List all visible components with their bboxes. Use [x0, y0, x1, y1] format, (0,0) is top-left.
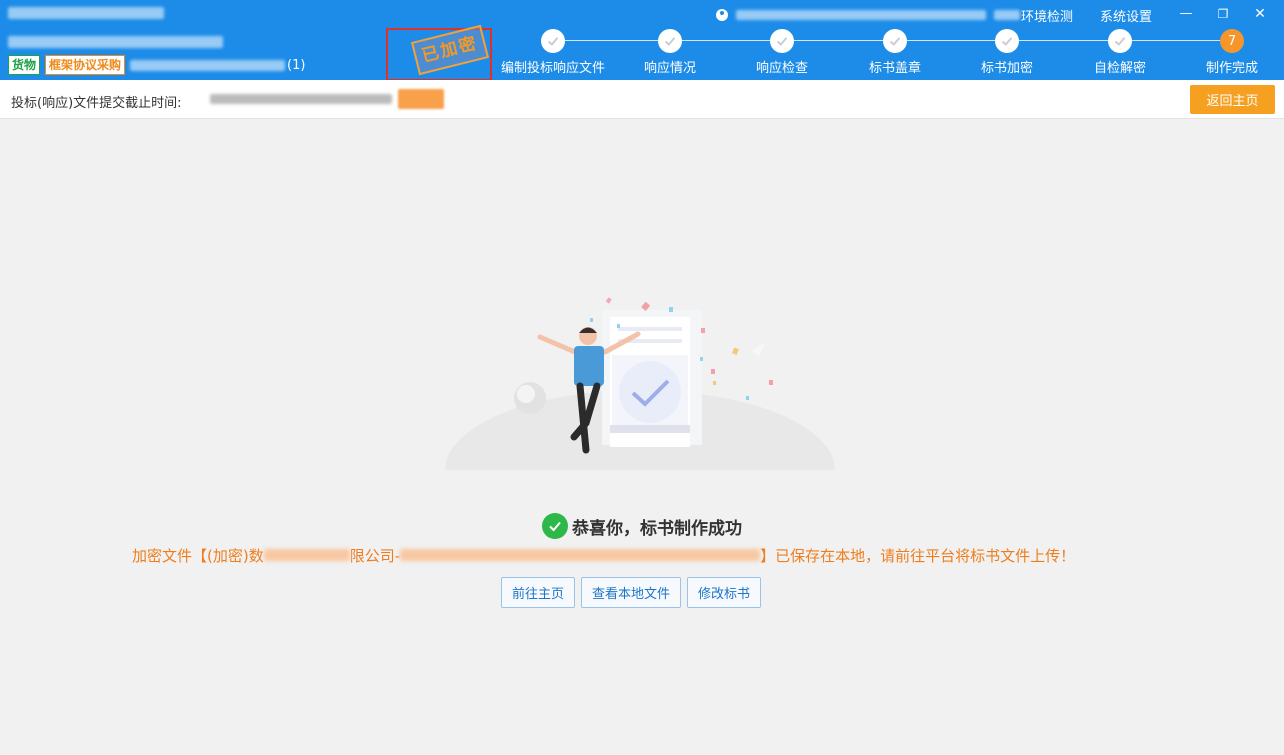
minimize-button[interactable]: — — [1174, 3, 1198, 25]
project-tags: 货物 框架协议采购 (1) — [8, 55, 305, 75]
package-name[interactable]: (1) — [130, 58, 305, 73]
check-icon — [658, 29, 682, 53]
app-title-redacted — [8, 7, 164, 19]
step-label: 响应情况 — [643, 61, 696, 76]
step-label: 自检解密 — [1093, 61, 1146, 76]
top-header: 货物 框架协议采购 (1) 已加密 环境检测 系统设置 — ❐ ✕ 编制投标响应… — [0, 0, 1284, 81]
step-label: 响应检查 — [755, 61, 808, 76]
user-info[interactable] — [716, 5, 1020, 25]
restore-button[interactable]: ❐ — [1211, 3, 1235, 25]
package-name-redacted — [130, 59, 286, 71]
env-check-link[interactable]: 环境检测 — [1021, 6, 1073, 25]
success-illustration — [445, 297, 835, 470]
go-home-button[interactable]: 前往主页 — [501, 577, 576, 608]
message-mid: 限公司- — [349, 546, 401, 565]
success-text: 恭喜你，标书制作成功 — [572, 518, 742, 539]
edit-bid-button[interactable]: 修改标书 — [687, 577, 762, 608]
saved-file-message: 加密文件【(加密)数 限公司- 】已保存在本地，请前往平台将标书文件上传！ — [132, 544, 1075, 566]
main-content: 恭喜你，标书制作成功 加密文件【(加密)数 限公司- 】已保存在本地，请前往平台… — [0, 120, 1284, 755]
deadline-label: 投标(响应)文件提交截止时间: — [11, 96, 182, 111]
step-7-current[interactable]: 7 制作完成 — [1177, 29, 1284, 76]
user-name-redacted — [736, 10, 986, 20]
return-home-button[interactable]: 返回主页 — [1190, 85, 1275, 114]
close-button[interactable]: ✕ — [1248, 3, 1272, 25]
message-suffix: 】已保存在本地，请前往平台将标书文件上传！ — [760, 546, 1076, 565]
step-label: 标书加密 — [980, 61, 1033, 76]
message-prefix: 加密文件【(加密)数 — [132, 546, 264, 565]
system-settings-link[interactable]: 系统设置 — [1100, 6, 1152, 25]
step-label: 编制投标响应文件 — [500, 61, 605, 76]
user-extra-redacted — [994, 10, 1020, 20]
company-name-redacted — [263, 549, 350, 561]
step-number: 7 — [1220, 29, 1244, 53]
success-check-icon — [542, 513, 568, 539]
check-icon — [995, 29, 1019, 53]
tag-framework-procurement: 框架协议采购 — [45, 55, 126, 75]
check-icon — [1108, 29, 1132, 53]
check-icon — [883, 29, 907, 53]
package-suffix: (1) — [287, 57, 306, 73]
deadline-bar: 投标(响应)文件提交截止时间: 返回主页 — [0, 80, 1284, 119]
step-6[interactable]: 自检解密 — [1065, 29, 1175, 76]
step-label: 制作完成 — [1205, 61, 1258, 76]
project-name-redacted — [400, 549, 761, 561]
deadline-chip-redacted — [398, 89, 444, 109]
result-actions: 前往主页 查看本地文件 修改标书 — [501, 577, 762, 608]
step-1[interactable]: 编制投标响应文件 — [498, 29, 608, 76]
step-4[interactable]: 标书盖章 — [840, 29, 950, 76]
deadline-value-redacted — [210, 94, 392, 104]
step-3[interactable]: 响应检查 — [727, 29, 837, 76]
step-2[interactable]: 响应情况 — [615, 29, 725, 76]
step-5[interactable]: 标书加密 — [952, 29, 1062, 76]
check-icon — [541, 29, 565, 53]
view-local-file-button[interactable]: 查看本地文件 — [581, 577, 682, 608]
user-icon — [716, 9, 728, 21]
step-label: 标书盖章 — [868, 61, 921, 76]
project-name-redacted — [8, 36, 223, 48]
success-title: 恭喜你，标书制作成功 — [0, 513, 1284, 539]
tag-goods: 货物 — [8, 55, 41, 75]
check-icon — [770, 29, 794, 53]
